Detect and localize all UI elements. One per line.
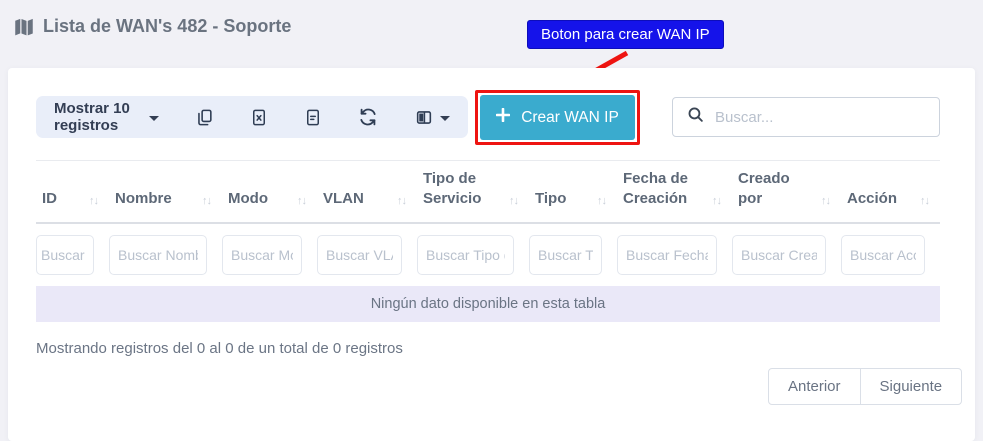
- pagination: Anterior Siguiente: [768, 368, 962, 405]
- copy-button[interactable]: [195, 108, 214, 127]
- column-header-accion[interactable]: Acción ↑↓: [841, 161, 940, 223]
- chevron-down-icon: [440, 116, 450, 121]
- page-title-text: Lista de WAN's 482 - Soporte: [43, 16, 291, 37]
- filter-input-creado-por[interactable]: [732, 235, 826, 275]
- column-label: Tipo de Servicio: [423, 170, 481, 207]
- column-header-creado-por[interactable]: Creado por ↑↓: [732, 161, 841, 223]
- filter-input-accion[interactable]: [841, 235, 925, 275]
- sort-icon[interactable]: ↑↓: [509, 194, 518, 209]
- chevron-down-icon: [149, 116, 159, 121]
- column-label: Fecha de Creación: [623, 170, 688, 207]
- sort-icon[interactable]: ↑↓: [920, 194, 929, 209]
- map-icon: [14, 17, 34, 37]
- empty-message: Ningún dato disponible en esta tabla: [36, 286, 940, 322]
- sort-icon[interactable]: ↑↓: [202, 194, 211, 209]
- page-title: Lista de WAN's 482 - Soporte: [14, 16, 291, 37]
- column-label: Creado por: [738, 170, 790, 207]
- plus-icon: [496, 108, 510, 127]
- create-wan-ip-label: Crear WAN IP: [521, 109, 619, 127]
- length-menu-label: Mostrar 10 registros: [54, 100, 140, 134]
- sort-icon[interactable]: ↑↓: [597, 194, 606, 209]
- length-menu-dropdown[interactable]: Mostrar 10 registros: [54, 100, 159, 134]
- table-info: Mostrando registros del 0 al 0 de un tot…: [36, 340, 403, 357]
- annotation-text: Boton para crear WAN IP: [541, 26, 710, 43]
- filter-input-fecha-de-creacion[interactable]: [617, 235, 717, 275]
- refresh-icon: [358, 107, 378, 127]
- column-label: Nombre: [115, 190, 172, 207]
- column-header-tipo-de-servicio[interactable]: Tipo de Servicio ↑↓: [417, 161, 529, 223]
- column-visibility-button[interactable]: [414, 108, 450, 127]
- excel-export-icon: [250, 108, 268, 127]
- global-search-input[interactable]: [715, 109, 925, 126]
- refresh-button[interactable]: [358, 107, 378, 127]
- wan-table-card: Mostrar 10 registros: [8, 68, 975, 441]
- wan-table: ID ↑↓ Nombre ↑↓ Modo ↑↓ VLAN: [36, 160, 940, 322]
- next-page-button[interactable]: Siguiente: [860, 368, 963, 405]
- filter-input-nombre[interactable]: [109, 235, 207, 275]
- sort-icon[interactable]: ↑↓: [821, 194, 830, 209]
- column-visibility-icon: [414, 108, 434, 127]
- filter-input-vlan[interactable]: [317, 235, 402, 275]
- excel-export-button[interactable]: [250, 108, 268, 127]
- filter-input-tipo[interactable]: [529, 235, 602, 275]
- filter-input-modo[interactable]: [222, 235, 302, 275]
- column-label: ID: [42, 190, 57, 207]
- column-label: Modo: [228, 190, 268, 207]
- search-icon: [687, 106, 704, 128]
- column-header-id[interactable]: ID ↑↓: [36, 161, 109, 223]
- column-header-vlan[interactable]: VLAN ↑↓: [317, 161, 417, 223]
- sort-icon[interactable]: ↑↓: [297, 194, 306, 209]
- copy-icon: [195, 108, 214, 127]
- sort-icon[interactable]: ↑↓: [397, 194, 406, 209]
- column-label: Acción: [847, 190, 897, 207]
- filter-input-tipo-de-servicio[interactable]: [417, 235, 514, 275]
- table-filter-row: [36, 223, 940, 286]
- wan-list-page: Lista de WAN's 482 - Soporte Boton para …: [0, 0, 983, 441]
- create-wan-ip-button[interactable]: Crear WAN IP: [480, 95, 635, 140]
- file-export-icon: [304, 108, 322, 127]
- table-empty-row: Ningún dato disponible en esta tabla: [36, 286, 940, 322]
- sort-icon[interactable]: ↑↓: [89, 194, 98, 209]
- create-button-highlight-box: Crear WAN IP: [475, 90, 640, 145]
- previous-page-button[interactable]: Anterior: [768, 368, 861, 405]
- datatable-toolbar: Mostrar 10 registros: [36, 96, 468, 138]
- global-search-box: [672, 97, 940, 137]
- column-header-tipo[interactable]: Tipo ↑↓: [529, 161, 617, 223]
- column-header-nombre[interactable]: Nombre ↑↓: [109, 161, 222, 223]
- column-header-fecha-de-creacion[interactable]: Fecha de Creación ↑↓: [617, 161, 732, 223]
- sort-icon[interactable]: ↑↓: [712, 194, 721, 209]
- annotation-tooltip: Boton para crear WAN IP: [527, 20, 724, 49]
- file-export-button[interactable]: [304, 108, 322, 127]
- column-header-modo[interactable]: Modo ↑↓: [222, 161, 317, 223]
- table-header-row: ID ↑↓ Nombre ↑↓ Modo ↑↓ VLAN: [36, 161, 940, 223]
- column-label: VLAN: [323, 190, 364, 207]
- filter-input-id[interactable]: [36, 235, 94, 275]
- column-label: Tipo: [535, 190, 566, 207]
